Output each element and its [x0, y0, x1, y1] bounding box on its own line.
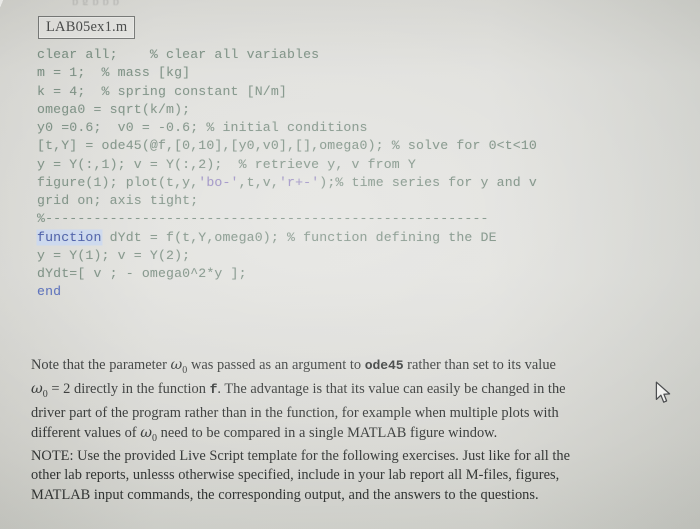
cut-off-header-text: p g p p p — [72, 0, 492, 5]
code-line: y = Y(1); v = Y(2); — [37, 247, 687, 265]
omega-symbol: ω — [140, 424, 152, 441]
code-line: clear all; % clear all variables — [37, 46, 687, 64]
code-keyword: function — [37, 229, 102, 245]
code-text: y0 =0.6; v0 = -0.6; % initial conditions — [37, 120, 368, 135]
code-line: end — [37, 283, 687, 301]
code-line: m = 1; % mass [kg] — [37, 64, 687, 82]
filename-label: LAB05ex1.m — [46, 19, 128, 35]
omega-symbol: ω — [31, 381, 43, 398]
paragraph-line: MATLAB input commands, the corresponding… — [31, 486, 679, 505]
code-line: dYdt=[ v ; - omega0^2*y ]; — [37, 265, 687, 283]
paragraph-line: ω0 = 2 directly in the function f. The a… — [31, 380, 676, 404]
code-text: ,t,v, — [238, 174, 279, 190]
code-text: );% time series for y and v — [319, 174, 537, 190]
paragraph-line: Note that the parameter ω0 was passed as… — [31, 356, 676, 380]
code-text: figure(1); plot(t,y, — [37, 174, 199, 190]
code-text: m = 1; % mass [kg] — [37, 65, 191, 81]
text-run: rather than set to its value — [403, 357, 556, 373]
paragraph-line: other lab reports, unlesss otherwise spe… — [31, 466, 679, 485]
code-text: grid on; axis tight; — [37, 193, 199, 208]
paragraph-note: Note that the parameter ω0 was passed as… — [31, 356, 676, 448]
code-line: %---------------------------------------… — [37, 210, 687, 228]
code-line: grid on; axis tight; — [37, 192, 687, 210]
paragraph-line: driver part of the program rather than i… — [31, 404, 676, 423]
filename-box: LAB05ex1.m — [38, 16, 136, 39]
matlab-code-block: clear all; % clear all variables m = 1; %… — [37, 46, 687, 302]
paragraph-line: different values of ω0 need to be compar… — [31, 424, 676, 448]
code-text: clear all; % clear all variables — [37, 47, 320, 62]
omega-symbol: ω — [170, 357, 183, 373]
code-text: [t,Y] = ode45(@f,[0,10],[y0,v0],[],omega… — [37, 138, 537, 154]
code-string-literal: 'r+-' — [278, 174, 320, 190]
text-run: . The advantage is that its value can ea… — [217, 381, 566, 398]
code-keyword: end — [37, 284, 62, 300]
inline-code: ode45 — [364, 358, 404, 373]
code-text: omega0 = sqrt(k/m); — [37, 101, 191, 117]
code-text: dYdt=[ v ; - omega0^2*y ]; — [37, 266, 247, 281]
text-run: Note that the parameter — [31, 357, 171, 373]
code-line: y = Y(:,1); v = Y(:,2); % retrieve y, v … — [37, 156, 687, 174]
code-text: %---------------------------------------… — [37, 211, 489, 227]
text-run: driver part of the program rather than i… — [31, 405, 559, 422]
text-run: MATLAB input commands, the corresponding… — [31, 486, 539, 503]
document-content: p g p p p LAB05ex1.m clear all; % clear … — [0, 0, 700, 529]
text-run: = 2 directly in the function — [47, 381, 210, 398]
code-line: omega0 = sqrt(k/m); — [37, 101, 687, 119]
text-run: different values of — [31, 424, 141, 441]
code-line: [t,Y] = ode45(@f,[0,10],[y0,v0],[],omega… — [37, 137, 687, 155]
code-text: dYdt = f(t,Y,omega0); % function definin… — [101, 229, 497, 245]
code-text: k = 4; % spring constant [N/m] — [37, 83, 287, 99]
text-run: other lab reports, unlesss otherwise spe… — [31, 467, 560, 484]
code-line: figure(1); plot(t,y,'bo-',t,v,'r+-');% t… — [37, 174, 687, 192]
code-text: y = Y(:,1); v = Y(:,2); % retrieve y, v … — [37, 156, 416, 172]
code-line: function dYdt = f(t,Y,omega0); % functio… — [37, 229, 687, 247]
code-line: k = 4; % spring constant [N/m] — [37, 83, 687, 101]
code-string-literal: 'bo-' — [198, 174, 239, 190]
code-line: y0 =0.6; v0 = -0.6; % initial conditions — [37, 119, 687, 137]
text-run: NOTE: Use the provided Live Script templ… — [31, 448, 570, 464]
paragraph-instruction: NOTE: Use the provided Live Script templ… — [31, 447, 679, 505]
code-text: y = Y(1); v = Y(2); — [37, 247, 191, 263]
text-run: was passed as an argument to — [187, 357, 365, 373]
paragraph-line: NOTE: Use the provided Live Script templ… — [31, 447, 679, 466]
text-run: need to be compared in a single MATLAB f… — [157, 424, 498, 441]
